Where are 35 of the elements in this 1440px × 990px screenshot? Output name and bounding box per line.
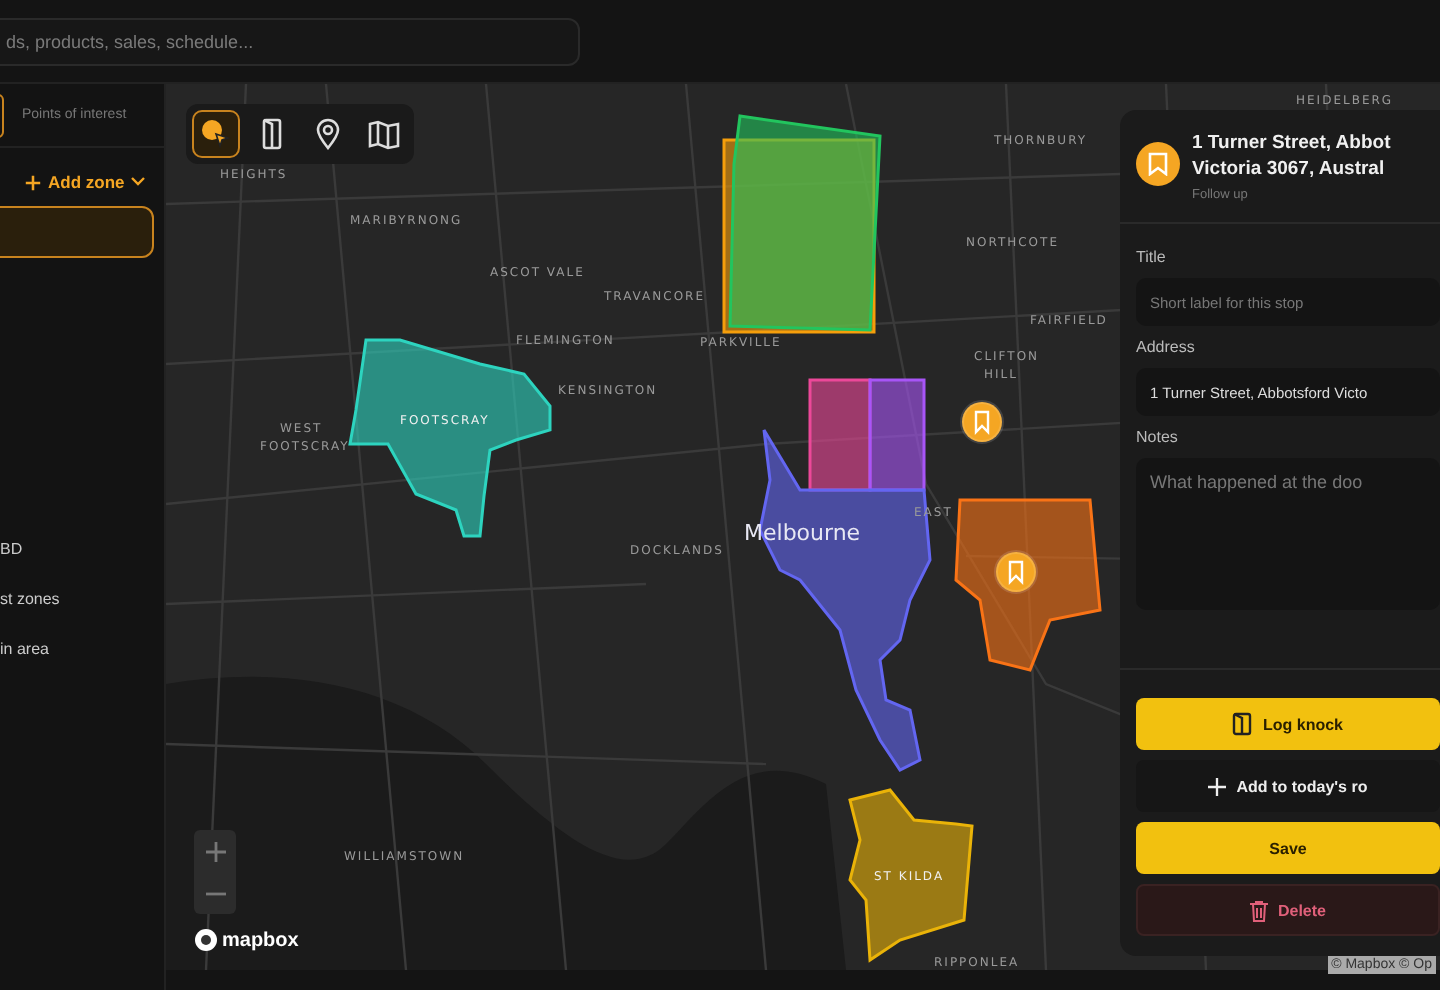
bookmark-marker-icon[interactable] (994, 550, 1038, 594)
stop-address-title: Victoria 3067, Austral (1192, 156, 1387, 182)
map-icon (368, 118, 400, 150)
notes-field[interactable]: What happened at the doo (1136, 458, 1440, 610)
zone-polygon[interactable] (728, 114, 882, 332)
zone-item[interactable]: in area (0, 638, 49, 688)
zone-item[interactable]: st zones (0, 588, 60, 638)
logo-text: mapbox (222, 929, 299, 951)
search-field[interactable]: ds, products, sales, schedule... (0, 17, 580, 65)
knock-button[interactable]: Log knock (1136, 698, 1440, 750)
add-zone-button[interactable]: Add zone (24, 168, 147, 196)
door-icon (1232, 712, 1253, 736)
bookmark-marker-icon[interactable] (960, 400, 1004, 444)
zone-item[interactable] (0, 206, 154, 258)
chevron-down-icon (130, 176, 147, 188)
plus-icon (24, 173, 42, 191)
plus-icon (205, 841, 225, 861)
trash-icon (1249, 899, 1268, 921)
pointer-icon (200, 118, 232, 150)
stop-address-title: 1 Turner Street, Abbot (1192, 130, 1391, 156)
draw-tool-button[interactable] (192, 110, 240, 158)
bookmark-icon (1136, 142, 1180, 186)
add-button[interactable]: Add to today's ro (1136, 760, 1440, 812)
field-label: Title (1136, 248, 1168, 266)
location-pin-icon (314, 118, 342, 150)
zone-item[interactable]: BD (0, 538, 23, 588)
minus-icon (205, 891, 225, 895)
zone-polygon[interactable] (954, 498, 1102, 672)
delete-button[interactable]: Delete (1136, 884, 1440, 936)
door-icon (258, 118, 286, 150)
plus-icon (1208, 777, 1227, 795)
field-label: Address (1136, 338, 1197, 356)
logo-icon (194, 928, 218, 952)
save-button[interactable]: Save (1136, 822, 1440, 874)
field-label: Notes (1136, 428, 1180, 446)
